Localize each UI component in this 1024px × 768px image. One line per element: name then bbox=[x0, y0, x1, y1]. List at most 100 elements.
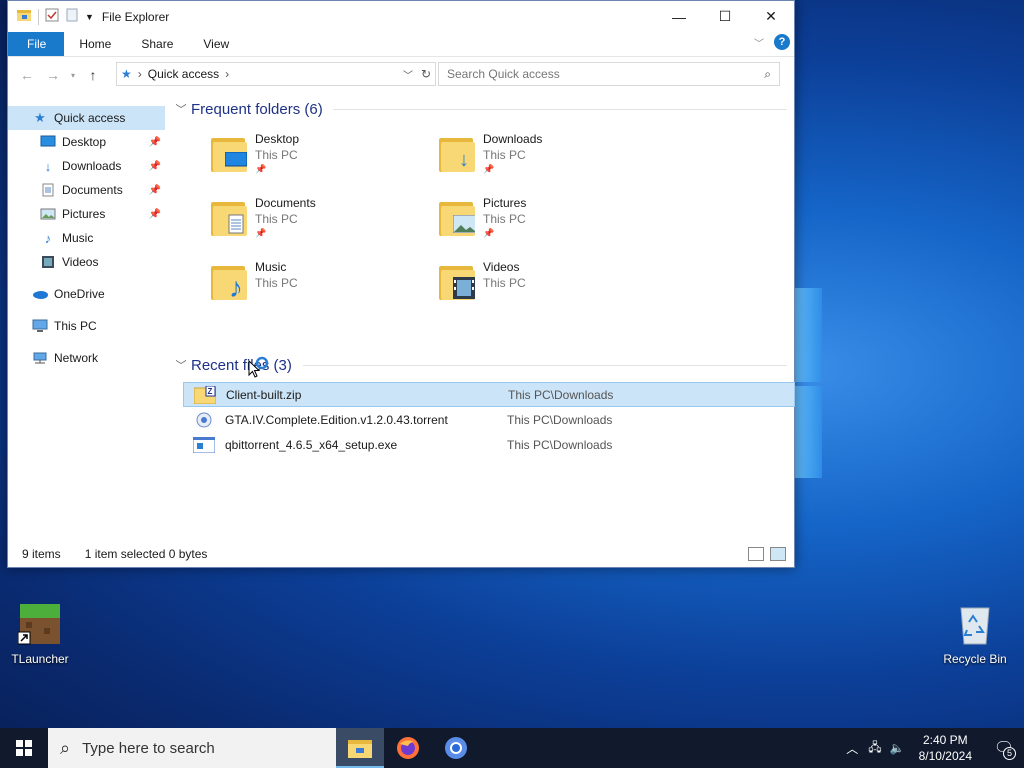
sidebar-item-network[interactable]: Network bbox=[8, 346, 165, 370]
network-status-icon[interactable]: 🖧 bbox=[868, 738, 881, 759]
file-explorer-window: ▼ File Explorer — ☐ ✕ File Home Share Vi… bbox=[7, 0, 795, 568]
maximize-button[interactable]: ☐ bbox=[702, 1, 748, 32]
pin-icon: 📌 bbox=[255, 164, 267, 174]
tab-share[interactable]: Share bbox=[126, 32, 188, 56]
refresh-icon[interactable]: ↻ bbox=[421, 67, 431, 81]
folder-name: Downloads bbox=[483, 132, 543, 146]
taskbar-search-input[interactable]: ⌕ Type here to search bbox=[48, 728, 336, 768]
minimize-button[interactable]: — bbox=[656, 1, 702, 32]
search-placeholder: Search Quick access bbox=[447, 67, 560, 81]
volume-muted-icon[interactable]: 🔈 bbox=[890, 741, 905, 755]
large-icons-view-icon[interactable] bbox=[770, 547, 786, 561]
windows-icon bbox=[16, 740, 32, 756]
search-icon: ⌕ bbox=[764, 66, 771, 81]
collapse-chevron-icon[interactable]: ﹀ bbox=[173, 357, 189, 373]
navigation-pane: ★ Quick access Desktop 📌 ↓ Downloads 📌 D… bbox=[8, 106, 165, 370]
clock-time: 2:40 PM bbox=[922, 733, 968, 747]
file-name: GTA.IV.Complete.Edition.v1.2.0.43.torren… bbox=[225, 412, 448, 427]
folder-tile-music[interactable]: ♪ Music This PC bbox=[207, 256, 427, 312]
tab-view[interactable]: View bbox=[188, 32, 244, 56]
star-icon: ★ bbox=[121, 67, 132, 81]
action-center-button[interactable]: 🗨 5 bbox=[984, 728, 1024, 768]
folder-tile-documents[interactable]: Documents This PC 📌 bbox=[207, 192, 427, 248]
customize-toolbar-chevron-icon[interactable]: ▼ bbox=[85, 12, 94, 22]
sidebar-item-label: Music bbox=[62, 231, 94, 245]
help-icon[interactable]: ? bbox=[774, 34, 790, 50]
folder-tile-downloads[interactable]: ↓ Downloads This PC 📌 bbox=[435, 128, 655, 184]
new-folder-icon[interactable] bbox=[65, 8, 79, 25]
folder-location: This PC bbox=[483, 148, 526, 162]
folder-tile-desktop[interactable]: Desktop This PC 📌 bbox=[207, 128, 427, 184]
folder-name: Music bbox=[255, 260, 287, 274]
sidebar-item-label: OneDrive bbox=[54, 287, 105, 301]
sidebar-item-downloads[interactable]: ↓ Downloads 📌 bbox=[8, 154, 165, 178]
desktop-icon-recycle-bin[interactable]: Recycle Bin bbox=[935, 602, 1015, 666]
file-name: qbittorrent_4.6.5_x64_setup.exe bbox=[225, 437, 398, 452]
navigation-bar: ← → ▾ ↑ ★ › Quick access › ﹀ ↻ Search Qu… bbox=[8, 57, 794, 93]
quick-access-toolbar: ▼ bbox=[16, 7, 94, 26]
breadcrumb-chevron-icon: › bbox=[225, 67, 230, 81]
start-button[interactable] bbox=[0, 728, 48, 768]
pin-icon: 📌 bbox=[148, 160, 161, 172]
mouse-cursor-busy-icon bbox=[248, 356, 272, 385]
svg-text:Z: Z bbox=[208, 387, 213, 396]
details-view-icon[interactable] bbox=[748, 547, 764, 561]
folder-location: This PC bbox=[255, 212, 298, 226]
exe-file-icon bbox=[193, 436, 215, 454]
sidebar-item-music[interactable]: ♪ Music bbox=[8, 226, 165, 250]
search-input[interactable]: Search Quick access ⌕ bbox=[438, 62, 780, 86]
documents-icon bbox=[40, 182, 56, 198]
taskbar-search-placeholder: Type here to search bbox=[82, 739, 215, 757]
file-row-qbittorrent-setup[interactable]: qbittorrent_4.6.5_x64_setup.exe This PC\… bbox=[183, 432, 793, 457]
taskbar: ⌕ Type here to search ︿ 🖧 🔈 2:40 PM 8/10… bbox=[0, 728, 1024, 768]
folder-tile-videos[interactable]: Videos This PC bbox=[435, 256, 655, 312]
sidebar-item-quick-access[interactable]: ★ Quick access bbox=[8, 106, 165, 130]
taskbar-file-explorer[interactable] bbox=[336, 728, 384, 768]
folder-tile-pictures[interactable]: Pictures This PC 📌 bbox=[435, 192, 655, 248]
recent-locations-chevron-icon[interactable]: ▾ bbox=[66, 71, 80, 80]
desktop-folder-icon bbox=[211, 132, 251, 172]
properties-icon[interactable] bbox=[45, 8, 59, 25]
back-arrow-icon[interactable]: ← bbox=[14, 67, 40, 83]
taskbar-firefox[interactable] bbox=[384, 728, 432, 768]
desktop-icon-label: TLauncher bbox=[11, 652, 69, 666]
clock-date: 8/10/2024 bbox=[918, 749, 972, 763]
sidebar-item-onedrive[interactable]: OneDrive bbox=[8, 282, 165, 306]
file-location: This PC\Downloads bbox=[508, 387, 614, 402]
music-icon: ♪ bbox=[44, 230, 52, 246]
pictures-folder-icon bbox=[439, 196, 479, 236]
sidebar-item-pictures[interactable]: Pictures 📌 bbox=[8, 202, 165, 226]
status-bar: 9 items 1 item selected 0 bytes bbox=[8, 541, 794, 567]
expand-ribbon-chevron-icon[interactable]: ﹀ bbox=[754, 35, 764, 50]
address-bar[interactable]: ★ › Quick access › ﹀ ↻ bbox=[116, 62, 436, 86]
desktop-icon bbox=[40, 134, 56, 150]
frequent-folders-header[interactable]: ﹀ Frequent folders (6) bbox=[173, 98, 793, 120]
forward-arrow-icon[interactable]: → bbox=[40, 67, 66, 83]
sidebar-item-desktop[interactable]: Desktop 📌 bbox=[8, 130, 165, 154]
tab-file[interactable]: File bbox=[8, 32, 65, 56]
sidebar-item-label: Desktop bbox=[62, 135, 107, 149]
tab-home[interactable]: Home bbox=[64, 32, 126, 56]
videos-icon bbox=[40, 254, 56, 270]
desktop-wallpaper-logo bbox=[792, 288, 822, 478]
sidebar-item-documents[interactable]: Documents 📌 bbox=[8, 178, 165, 202]
clock[interactable]: 2:40 PM 8/10/2024 bbox=[919, 732, 972, 764]
file-row-client-built-zip[interactable]: Z Client-built.zip This PC\Downloads bbox=[183, 382, 795, 407]
file-row-gta-torrent[interactable]: GTA.IV.Complete.Edition.v1.2.0.43.torren… bbox=[183, 407, 793, 432]
sidebar-item-videos[interactable]: Videos bbox=[8, 250, 165, 274]
address-dropdown-chevron-icon[interactable]: ﹀ bbox=[403, 67, 413, 82]
sidebar-item-label: Documents bbox=[62, 183, 123, 197]
sidebar-item-this-pc[interactable]: This PC bbox=[8, 314, 165, 338]
taskbar-browser[interactable] bbox=[432, 728, 480, 768]
breadcrumb-quick-access[interactable]: Quick access bbox=[148, 67, 219, 81]
collapse-chevron-icon[interactable]: ﹀ bbox=[173, 101, 189, 117]
selection-info: 1 item selected 0 bytes bbox=[84, 547, 208, 561]
up-arrow-icon[interactable]: ↑ bbox=[80, 67, 106, 83]
group-title: Frequent folders (6) bbox=[191, 100, 323, 118]
close-button[interactable]: ✕ bbox=[748, 1, 794, 32]
desktop-icon-tlauncher[interactable]: TLauncher bbox=[0, 602, 80, 666]
system-tray: ︿ 🖧 🔈 2:40 PM 8/10/2024 🗨 5 bbox=[846, 728, 1024, 768]
ribbon-tabs: File Home Share View ﹀ ? bbox=[8, 32, 794, 57]
pin-icon: 📌 bbox=[148, 184, 161, 196]
show-hidden-icons-chevron-icon[interactable]: ︿ bbox=[846, 740, 858, 757]
